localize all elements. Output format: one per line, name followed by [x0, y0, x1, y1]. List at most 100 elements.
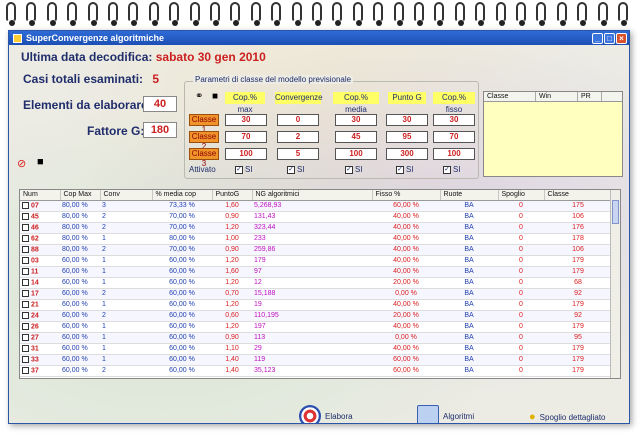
grid-column-header[interactable]: Ruote [440, 190, 499, 201]
save-icon[interactable]: ■ [37, 156, 44, 168]
grid-column-header[interactable]: Num [20, 190, 61, 201]
grid-cell: BA [440, 310, 498, 322]
maximize-button[interactable]: □ [604, 32, 615, 44]
class-param-input[interactable]: 30 [386, 114, 428, 126]
class-button[interactable]: Classe 2 [189, 131, 219, 151]
grid-cell: 131,43 [252, 211, 372, 223]
row-number: 46 [31, 224, 39, 232]
grid-column-header[interactable]: Conv [100, 190, 153, 201]
row-number: 37 [31, 367, 39, 375]
grid-column-header[interactable]: Cop Max [60, 190, 101, 201]
row-checkbox[interactable] [22, 355, 29, 363]
active-checkbox[interactable]: ✓ SI [443, 165, 461, 174]
table-row[interactable]: 33 60,00 % 1 60,00 % 1,40 119 60,00 % BA 0 179 [20, 354, 612, 366]
elabora-button[interactable]: Elabora [299, 405, 353, 423]
grid-cell: 1 [100, 332, 152, 344]
class-param-input[interactable]: 100 [433, 148, 475, 160]
table-row[interactable]: 62 80,00 % 1 80,00 % 1,00 233 40,00 % BA 0 178 [20, 233, 612, 245]
table-row[interactable]: 24 60,00 % 2 60,00 % 0,60 110,195 20,00 % BA 0 92 [20, 310, 612, 322]
row-checkbox[interactable] [22, 300, 29, 308]
binoculars-icon[interactable]: ⚭ [195, 91, 203, 102]
grid-column-header[interactable]: Spoglio [498, 190, 545, 201]
grid-column-header[interactable]: Classe [544, 190, 613, 201]
disk-icon[interactable]: ■ [212, 91, 218, 102]
class-param-input[interactable]: 45 [335, 131, 377, 143]
row-checkbox[interactable] [22, 278, 29, 286]
active-checkbox[interactable]: ✓ SI [235, 165, 253, 174]
table-row[interactable]: 14 60,00 % 1 60,00 % 1,20 12 20,00 % BA 0 68 [20, 277, 612, 289]
row-checkbox[interactable] [22, 289, 29, 297]
grid-cell: 40,00 % [372, 255, 440, 267]
table-row[interactable]: 45 80,00 % 2 70,00 % 0,90 131,43 40,00 % BA 0 106 [20, 211, 612, 223]
grid-cell: 12 [252, 277, 372, 289]
scroll-thumb[interactable] [612, 200, 619, 224]
row-checkbox[interactable] [22, 267, 29, 275]
table-row[interactable]: 31 60,00 % 1 60,00 % 1,10 29 40,00 % BA 0 179 [20, 343, 612, 355]
factor-input[interactable]: 180 [143, 122, 177, 138]
class-param-input[interactable]: 100 [335, 148, 377, 160]
class-param-input[interactable]: 100 [225, 148, 267, 160]
class-param-input[interactable]: 5 [277, 148, 319, 160]
table-row[interactable]: 37 60,00 % 2 60,00 % 1,40 35,123 60,00 % BA 0 179 [20, 365, 612, 377]
grid-column-header[interactable]: Fisso % [372, 190, 441, 201]
ellipsis-button[interactable]: ... [263, 418, 271, 423]
class-param-input[interactable]: 30 [335, 114, 377, 126]
grid-cell: 0 [498, 321, 544, 333]
spiral-ring [189, 2, 200, 26]
table-row[interactable]: 07 80,00 % 3 73,33 % 1,60 5,268,93 60,00 % BA 0 1… [20, 200, 612, 212]
grid-column-header[interactable]: PuntoG [212, 190, 253, 201]
active-checkbox[interactable]: ✓ SI [345, 165, 363, 174]
row-checkbox[interactable] [22, 344, 29, 352]
class-param-input[interactable]: 300 [386, 148, 428, 160]
class-param-input[interactable]: 30 [225, 114, 267, 126]
last-decode-value: sabato 30 gen 2010 [155, 50, 266, 64]
table-row[interactable]: 46 80,00 % 2 70,00 % 1,20 323,44 40,00 % BA 0 176 [20, 222, 612, 234]
class-param-input[interactable]: 0 [277, 114, 319, 126]
results-grid[interactable]: Num Cop Max Conv% media cop PuntoG NG algori… [19, 189, 621, 379]
grid-cell: 1 [100, 233, 152, 245]
stop-icon[interactable]: ⊘ [17, 157, 26, 170]
class-button[interactable]: Classe 3 [189, 148, 219, 168]
row-checkbox[interactable] [22, 201, 29, 209]
row-checkbox[interactable] [22, 256, 29, 264]
title-bar[interactable]: SuperConvergenze algoritmiche _ □ × [9, 31, 629, 45]
row-checkbox[interactable] [22, 234, 29, 242]
class-button[interactable]: Classe 1 [189, 114, 219, 134]
class-param-input[interactable]: 30 [433, 114, 475, 126]
table-row[interactable]: 21 60,00 % 1 60,00 % 1,20 19 40,00 % BA 0 179 [20, 299, 612, 311]
row-checkbox[interactable] [22, 333, 29, 341]
table-row[interactable]: 11 60,00 % 1 60,00 % 1,60 97 40,00 % BA 0 179 [20, 266, 612, 278]
grid-cell: 0 [498, 222, 544, 234]
grid-scrollbar[interactable] [610, 190, 620, 378]
table-row[interactable]: 27 60,00 % 1 60,00 % 0,90 113 0,00 % BA 0 95 [20, 332, 612, 344]
grid-column-header[interactable]: % media cop [152, 190, 213, 201]
active-checkbox[interactable]: ✓ SI [287, 165, 305, 174]
active-checkbox[interactable]: ✓ SI [396, 165, 414, 174]
row-checkbox[interactable] [22, 223, 29, 231]
row-checkbox[interactable] [22, 322, 29, 330]
close-button[interactable]: × [616, 32, 627, 44]
table-row[interactable]: 17 60,00 % 2 60,00 % 0,70 15,188 0,00 % BA 0 92 [20, 288, 612, 300]
spiral-ring [556, 2, 567, 26]
grid-cell: 40,00 % [372, 321, 440, 333]
row-checkbox[interactable] [22, 366, 29, 374]
table-row[interactable]: 03 60,00 % 1 60,00 % 1,20 179 40,00 % BA 0 179 [20, 255, 612, 267]
class-param-input[interactable]: 70 [433, 131, 475, 143]
grid-cell: 1,00 [212, 233, 252, 245]
row-checkbox[interactable] [22, 212, 29, 220]
spoglio-button[interactable]: ● Spoglio dettagliato [529, 411, 605, 423]
table-row[interactable]: 88 80,00 % 2 70,00 % 0,90 259,86 40,00 % BA 0 106 [20, 244, 612, 256]
row-checkbox[interactable] [22, 311, 29, 319]
elements-input[interactable]: 40 [143, 96, 177, 112]
row-checkbox[interactable] [22, 245, 29, 253]
grid-column-header[interactable]: NG algoritmici [252, 190, 373, 201]
class-param-input[interactable]: 95 [386, 131, 428, 143]
grid-cell: 119 [252, 354, 372, 366]
algoritmi-button[interactable]: Algoritmi [417, 405, 474, 423]
class-param-input[interactable]: 70 [225, 131, 267, 143]
table-row[interactable]: 26 60,00 % 1 60,00 % 1,20 197 40,00 % BA 0 179 [20, 321, 612, 333]
class-param-input[interactable]: 2 [277, 131, 319, 143]
row-number: 31 [31, 345, 39, 353]
row-number: 26 [31, 323, 39, 331]
minimize-button[interactable]: _ [592, 32, 603, 44]
